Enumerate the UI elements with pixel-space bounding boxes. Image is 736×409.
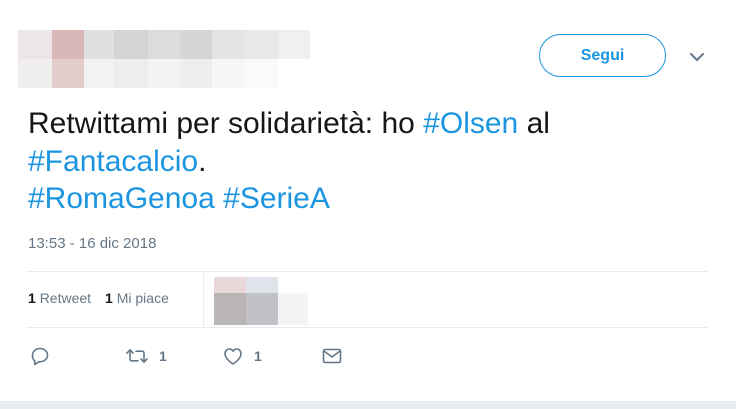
like-action[interactable]: 1: [222, 343, 262, 369]
blur-tile: [246, 277, 278, 293]
retweet-stat-count: 1: [28, 290, 36, 306]
divider: [27, 327, 708, 328]
tweet-text-segment: Retwittami per solidarietà: ho: [28, 107, 424, 140]
stats-separator: [203, 272, 204, 326]
retweet-icon: [125, 346, 149, 366]
direct-message-action[interactable]: [322, 343, 342, 369]
follow-button[interactable]: Segui: [539, 34, 666, 77]
blur-tile: [148, 59, 180, 88]
hashtag-olsen[interactable]: #Olsen: [423, 107, 518, 140]
blur-tile: [180, 30, 212, 59]
like-stat-count: 1: [105, 290, 113, 306]
blur-tile: [214, 293, 246, 325]
reply-action[interactable]: [30, 343, 50, 369]
divider: [27, 271, 708, 272]
blur-tile: [212, 30, 244, 59]
blur-tile: [244, 59, 278, 88]
reply-icon: [30, 346, 50, 366]
heart-icon: [222, 346, 244, 366]
blur-tile: [18, 59, 52, 88]
envelope-icon: [322, 347, 342, 365]
tweet-stats: 1 Retweet 1 Mi piace: [28, 290, 169, 306]
blur-tile: [52, 30, 84, 59]
hashtag-seriea[interactable]: #SerieA: [223, 182, 330, 215]
tweet-text-segment: al: [518, 107, 550, 140]
like-stat[interactable]: 1 Mi piace: [105, 290, 169, 306]
follow-button-label: Segui: [580, 46, 625, 64]
footer-band: [0, 401, 736, 409]
tweet-timestamp[interactable]: 13:53 - 16 dic 2018: [28, 235, 156, 252]
retweet-action[interactable]: 1: [125, 343, 167, 369]
blur-tile: [212, 59, 244, 88]
tweet-text: Retwittami per solidarietà: ho #Olsen al…: [28, 105, 718, 218]
author-header-blurred[interactable]: [18, 30, 310, 88]
blur-tile: [214, 277, 246, 293]
blur-tile: [84, 59, 114, 88]
blur-tile: [84, 30, 114, 59]
retweet-stat[interactable]: 1 Retweet: [28, 290, 91, 306]
blur-tile: [278, 30, 310, 59]
blur-tile: [246, 293, 278, 325]
tweet-text-segment: .: [198, 144, 207, 178]
retweet-stat-label: Retweet: [39, 290, 92, 306]
hashtag-romagenoa[interactable]: #RomaGenoa: [28, 182, 215, 215]
like-stat-label: Mi piace: [116, 290, 169, 306]
blur-tile: [148, 30, 180, 59]
liker-avatars-blurred[interactable]: [214, 277, 309, 325]
blur-tile: [18, 30, 52, 59]
blur-tile: [180, 59, 212, 88]
blur-tile: [114, 59, 148, 88]
retweet-count: 1: [159, 348, 167, 364]
chevron-down-icon[interactable]: [688, 50, 706, 64]
blur-tile: [52, 59, 84, 88]
blur-tile: [244, 30, 278, 59]
blur-tile: [278, 293, 308, 325]
hashtag-fantacalcio[interactable]: #Fantacalcio: [28, 145, 198, 178]
like-count: 1: [254, 348, 262, 364]
blur-tile: [114, 30, 148, 59]
